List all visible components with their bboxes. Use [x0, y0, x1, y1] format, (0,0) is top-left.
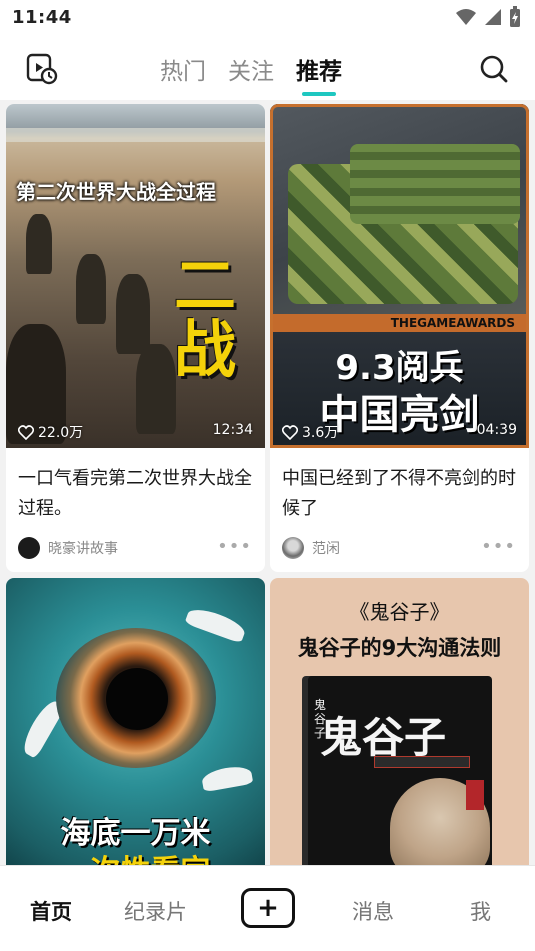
thumbnail-stats: 22.0万 12:34 [6, 420, 265, 444]
video-card[interactable]: 海底一万米 一次性看完 [6, 578, 265, 865]
rocket-launcher-image [350, 144, 520, 224]
soldier-figure [76, 254, 106, 324]
nav-documentary[interactable]: 纪录片 [124, 896, 187, 926]
publish-button[interactable]: + [241, 888, 295, 928]
video-card[interactable]: THEGAMEAWARDS 9.3阅兵 中国亮剑 3.6万 04:39 中国已经… [270, 104, 529, 572]
avatar[interactable] [282, 537, 304, 559]
video-thumbnail[interactable]: 海底一万米 一次性看完 [6, 578, 265, 865]
avatar[interactable] [18, 537, 40, 559]
beach-wave-decoration [6, 128, 265, 142]
soldier-figure [26, 214, 52, 274]
thumbnail-strip-label: THEGAMEAWARDS [270, 314, 529, 332]
thumbnail-big-text: 二战 [173, 249, 236, 386]
nav-me[interactable]: 我 [470, 896, 491, 926]
status-time: 11:44 [12, 7, 72, 28]
feed-tabs: 热门 关注 推荐 [160, 52, 342, 96]
tab-hot[interactable]: 热门 [160, 52, 206, 94]
nav-home[interactable]: 首页 [30, 896, 72, 926]
video-thumbnail[interactable]: 《鬼谷子》 鬼谷子的9大沟通法则 鬼谷子 鬼谷子 [270, 578, 529, 865]
video-history-icon [26, 53, 58, 85]
author-name[interactable]: 晓豪讲故事 [48, 538, 118, 558]
likes-value: 22.0万 [38, 425, 84, 441]
tab-following[interactable]: 关注 [228, 52, 274, 94]
video-thumbnail[interactable]: 第二次世界大战全过程 二战 22.0万 12:34 [6, 104, 265, 448]
nav-messages[interactable]: 消息 [352, 896, 394, 926]
video-duration: 04:39 [476, 422, 517, 438]
thumbnail-stats: 3.6万 04:39 [270, 420, 529, 444]
heart-icon [282, 424, 298, 440]
video-title[interactable]: 中国已经到了不得不亮剑的时候了 [282, 464, 518, 524]
wifi-icon [456, 9, 476, 25]
creature-pupil [106, 668, 168, 730]
watch-history-button[interactable] [22, 50, 60, 88]
plus-icon: + [257, 893, 279, 923]
author-row: 晓豪讲故事 ••• [18, 536, 254, 560]
thumbnail-subheading: 鬼谷子的9大沟通法则 [297, 636, 502, 660]
boat-image [184, 604, 248, 644]
heart-icon [18, 424, 34, 440]
book-tag [374, 756, 470, 768]
video-title[interactable]: 一口气看完第二次世界大战全过程。 [18, 464, 254, 524]
likes-count: 3.6万 [282, 422, 338, 442]
video-duration: 12:34 [212, 422, 253, 438]
author-name[interactable]: 范闲 [312, 538, 340, 558]
red-seal-mark [466, 780, 484, 810]
video-card[interactable]: 第二次世界大战全过程 二战 22.0万 12:34 一口气看完第二次世界大战全过… [6, 104, 265, 572]
more-options-button[interactable]: ••• [481, 536, 516, 557]
search-icon [480, 55, 508, 83]
bottom-nav: 首页 纪录片 + 消息 我 [0, 865, 535, 951]
likes-count: 22.0万 [18, 422, 83, 442]
tab-recommended[interactable]: 推荐 [296, 52, 342, 96]
boat-image [200, 763, 254, 793]
video-feed: 第二次世界大战全过程 二战 22.0万 12:34 一口气看完第二次世界大战全过… [0, 100, 535, 865]
battery-icon [510, 6, 520, 27]
search-button[interactable] [475, 50, 513, 88]
status-bar: 11:44 [0, 0, 535, 38]
thumbnail-caption-line2: 一次性看完 [6, 846, 265, 865]
status-icons [455, 6, 521, 28]
author-row: 范闲 ••• [282, 536, 518, 560]
likes-value: 3.6万 [302, 425, 339, 441]
video-thumbnail[interactable]: THEGAMEAWARDS 9.3阅兵 中国亮剑 3.6万 04:39 [270, 104, 529, 448]
signal-icon [485, 9, 501, 25]
more-options-button[interactable]: ••• [217, 536, 252, 557]
top-nav: 热门 关注 推荐 [0, 38, 535, 100]
thumbnail-heading: 《鬼谷子》 [349, 600, 450, 624]
thumbnail-caption: 第二次世界大战全过程 [16, 180, 216, 204]
soldier-figure [116, 274, 150, 354]
video-card[interactable]: 《鬼谷子》 鬼谷子的9大沟通法则 鬼谷子 鬼谷子 [270, 578, 529, 865]
